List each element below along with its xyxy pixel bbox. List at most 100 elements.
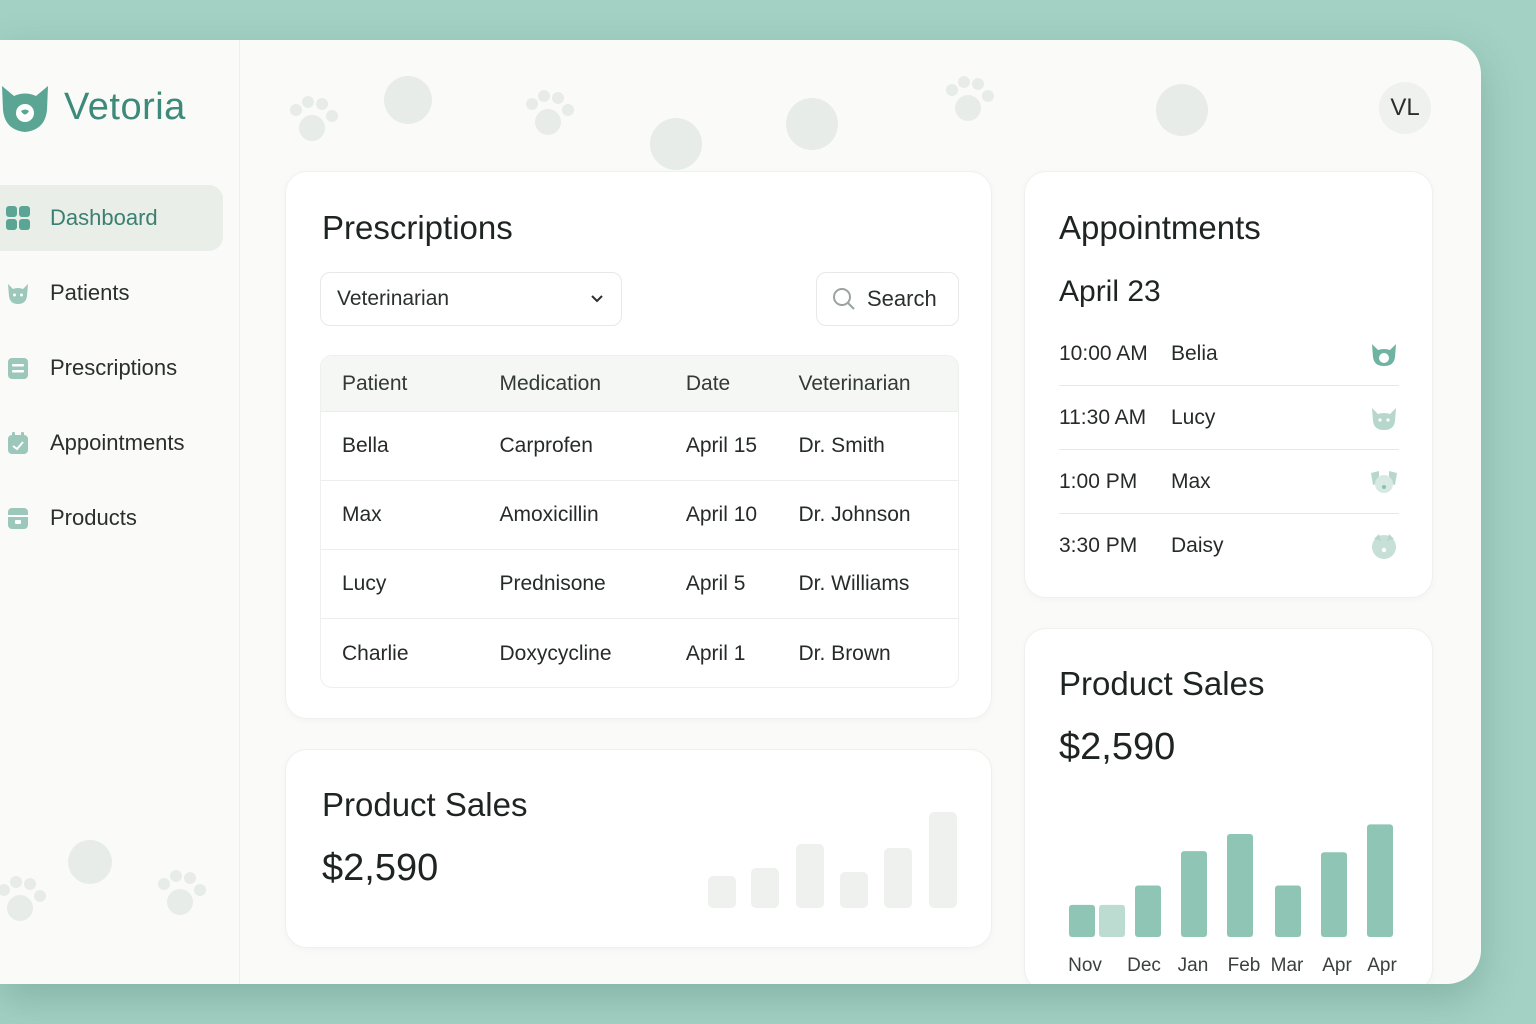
sidebar-nav: Dashboard Patients Prescriptions Appoint… (0, 185, 223, 560)
sparkline-bar (708, 876, 736, 908)
product-sales-bar-chart: Nov Dec Jan Feb Mar Apr Apr (1068, 824, 1397, 976)
product-sales-summary-card: Product Sales $2,590 (285, 749, 992, 948)
sparkline-bar (796, 844, 824, 908)
x-tick-label: Apr (1322, 955, 1352, 976)
sparkline-bar (751, 868, 779, 908)
x-tick-label: Mar (1271, 955, 1304, 976)
x-tick-label: Dec (1127, 955, 1161, 976)
appointments-card: Appointments April 23 10:00 AM Belia 11:… (1024, 171, 1433, 598)
cell-veterinarian: Dr. Williams (798, 572, 910, 595)
prescriptions-title: Prescriptions (322, 209, 513, 246)
calendar-icon (4, 429, 32, 457)
product-sales-card: Product Sales $2,590 Nov Dec Jan Feb Mar Apr A… (1024, 628, 1433, 984)
sparkline-bar (884, 848, 912, 908)
sidebar-item-label: Appointments (50, 430, 185, 455)
dog-face-icon (1372, 534, 1396, 559)
select-value: Veterinarian (337, 287, 450, 310)
search-icon (833, 288, 855, 310)
appointment-item[interactable]: 10:00 AM Belia (1059, 322, 1399, 386)
table-row[interactable]: Max Amoxicillin April 10 Dr. Johnson (321, 481, 958, 550)
cell-date: April 1 (685, 641, 746, 665)
app-window: Vetoria Dashboard Patients Prescriptions (0, 40, 1481, 984)
brand[interactable]: Vetoria (0, 80, 186, 134)
chevron-down-icon (591, 295, 603, 303)
sidebar-item-label: Products (50, 505, 137, 530)
sales-sparkline-bars (708, 812, 957, 908)
dog-face-icon (1371, 471, 1397, 493)
appointment-time: 11:30 AM (1059, 405, 1147, 429)
cell-medication: Doxycycline (499, 641, 612, 665)
cat-face-icon (1372, 408, 1396, 430)
sidebar-item-patients[interactable]: Patients (0, 260, 223, 326)
cell-veterinarian: Dr. Brown (798, 641, 891, 665)
sidebar: Vetoria Dashboard Patients Prescriptions (0, 40, 240, 984)
column-header-patient[interactable]: Patient (321, 372, 499, 396)
cat-icon (4, 279, 32, 307)
appointment-patient: Max (1171, 469, 1211, 493)
appointment-time: 1:00 PM (1059, 469, 1138, 493)
appointment-patient: Lucy (1171, 405, 1216, 429)
appointment-item[interactable]: 11:30 AM Lucy (1059, 386, 1399, 450)
cell-medication: Carprofen (499, 434, 593, 457)
table-header: Patient Medication Date Veterinarian (321, 356, 958, 412)
cell-medication: Amoxicillin (499, 503, 599, 526)
product-sales-title: Product Sales (322, 786, 528, 823)
column-header-veterinarian[interactable]: Veterinarian (799, 372, 958, 396)
chart-bar-jan (1181, 851, 1207, 937)
sidebar-item-label: Dashboard (50, 205, 158, 230)
sidebar-item-products[interactable]: Products (0, 485, 223, 551)
cell-patient: Lucy (342, 572, 387, 595)
brand-name: Vetoria (64, 85, 186, 128)
appointments-date: April 23 (1059, 275, 1161, 308)
appointments-title: Appointments (1059, 209, 1261, 246)
product-sales-title: Product Sales (1059, 665, 1265, 702)
sidebar-item-appointments[interactable]: Appointments (0, 410, 223, 476)
table-row[interactable]: Lucy Prednisone April 5 Dr. Williams (321, 550, 958, 619)
sidebar-item-dashboard[interactable]: Dashboard (0, 185, 223, 251)
product-sales-amount: $2,590 (322, 847, 439, 889)
appointment-patient: Belia (1171, 341, 1218, 365)
appointment-time: 10:00 AM (1059, 341, 1148, 365)
prescription-icon (4, 354, 32, 382)
cell-patient: Bella (342, 434, 389, 457)
chart-bar-feb (1227, 834, 1253, 937)
chart-bar-apr (1367, 824, 1393, 937)
x-tick-label: Jan (1178, 955, 1209, 976)
table-row[interactable]: Bella Carprofen April 15 Dr. Smith (321, 412, 958, 481)
product-box-icon (4, 504, 32, 532)
appointment-item[interactable]: 1:00 PM Max (1059, 450, 1399, 514)
x-tick-label: Feb (1228, 955, 1261, 976)
cell-veterinarian: Dr. Johnson (798, 503, 911, 526)
sidebar-item-prescriptions[interactable]: Prescriptions (0, 335, 223, 401)
search-input[interactable]: Search (816, 272, 959, 326)
appointments-list: 10:00 AM Belia 11:30 AM Lucy 1:00 PM Max… (1059, 322, 1399, 578)
prescriptions-card: Prescriptions Veterinarian Search Patien… (285, 171, 992, 719)
chart-bar-dec (1135, 885, 1161, 937)
cell-patient: Charlie (342, 641, 409, 665)
sidebar-item-label: Prescriptions (50, 355, 178, 380)
chart-bar-apr (1321, 852, 1347, 937)
user-avatar[interactable]: VL (1379, 82, 1431, 134)
cell-medication: Prednisone (499, 572, 606, 595)
column-header-medication[interactable]: Medication (499, 372, 685, 396)
x-tick-label: Apr (1367, 955, 1397, 976)
cell-veterinarian: Dr. Smith (798, 434, 885, 457)
cell-patient: Max (342, 503, 382, 526)
sidebar-item-label: Patients (50, 280, 130, 305)
cell-date: April 10 (685, 503, 758, 526)
appointment-item[interactable]: 3:30 PM Daisy (1059, 514, 1399, 578)
cell-date: April 15 (685, 434, 758, 457)
dashboard-icon (4, 204, 32, 232)
column-header-date[interactable]: Date (686, 372, 799, 396)
search-placeholder: Search (867, 286, 937, 311)
chart-bar-nov (1099, 904, 1125, 937)
chart-bar-mar (1275, 885, 1301, 937)
veterinarian-filter-select[interactable]: Veterinarian (320, 272, 622, 326)
x-tick-label: Nov (1068, 955, 1102, 976)
appointment-patient: Daisy (1171, 534, 1224, 557)
table-row[interactable]: Charlie Doxycycline April 1 Dr. Brown (321, 619, 958, 687)
sparkline-bar (840, 872, 868, 908)
chart-bar-nov (1069, 904, 1095, 937)
cat-face-icon (1372, 344, 1396, 366)
product-sales-amount: $2,590 (1059, 726, 1176, 768)
